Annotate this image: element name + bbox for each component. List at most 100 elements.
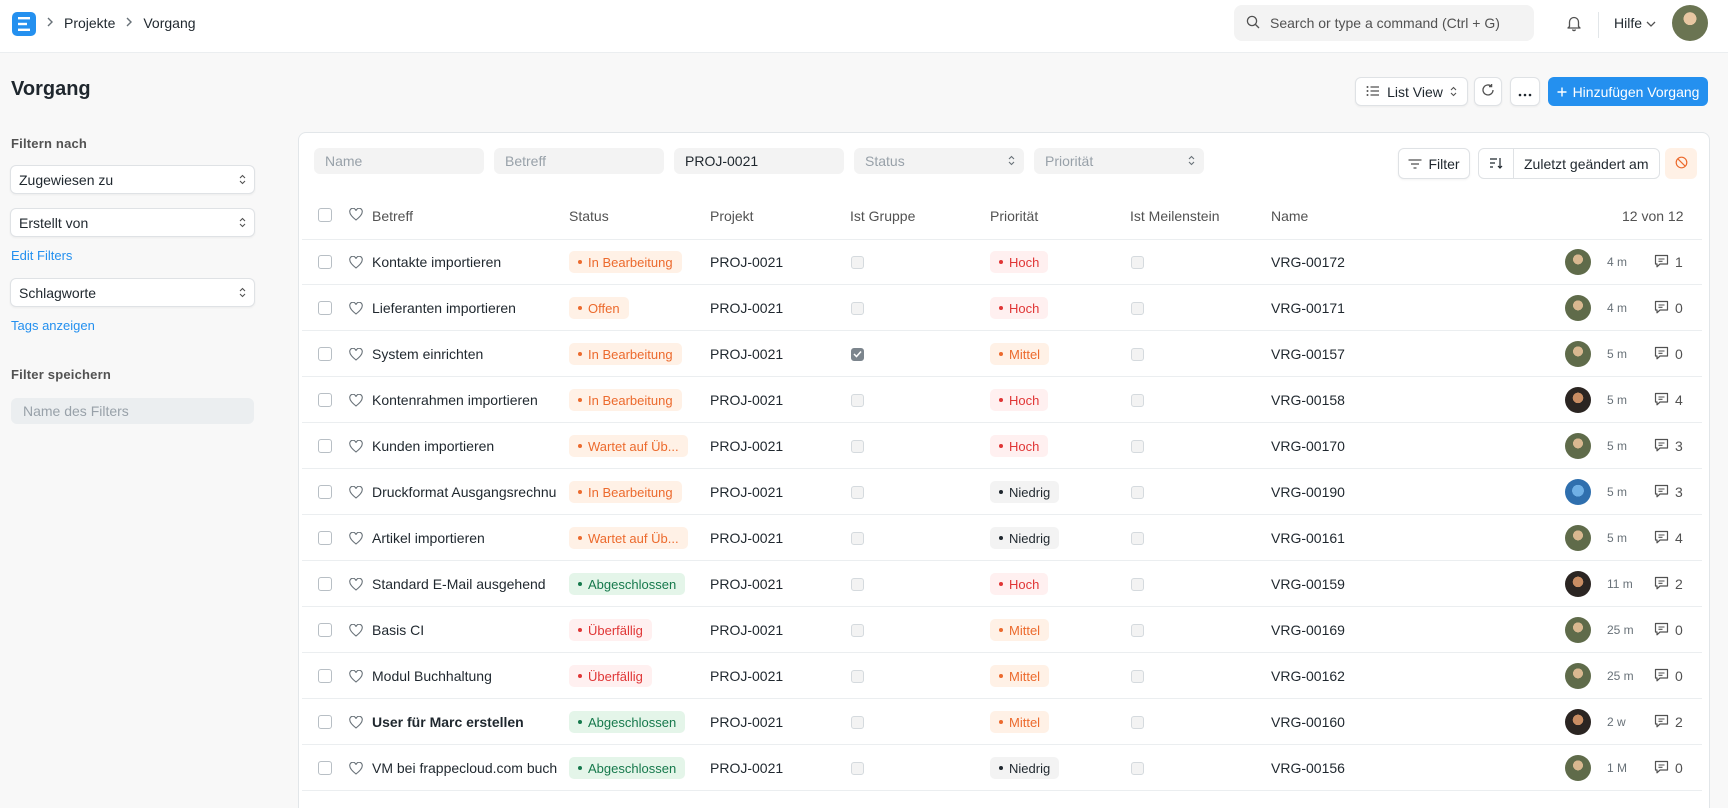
row-checkbox[interactable] xyxy=(318,515,332,561)
table-row[interactable]: Kontakte importieren In Bearbeitung PROJ-0… xyxy=(302,239,1702,285)
table-row[interactable]: Modul Buchhaltung Überfällig PROJ-0021 Mitt… xyxy=(302,653,1702,699)
column-header-is-group[interactable]: Ist Gruppe xyxy=(850,208,915,224)
status-filter-select[interactable]: Status xyxy=(854,148,1024,174)
row-assignee[interactable] xyxy=(1565,239,1591,285)
table-row[interactable]: Kunden importieren Wartet auf Üb... PROJ-0… xyxy=(302,423,1702,469)
row-checkbox[interactable] xyxy=(318,607,332,653)
column-header-subject[interactable]: Betreff xyxy=(372,208,413,224)
row-comments[interactable]: 1 xyxy=(1654,239,1683,285)
row-assignee[interactable] xyxy=(1565,285,1591,331)
row-assignee[interactable] xyxy=(1565,377,1591,423)
row-comments[interactable]: 0 xyxy=(1654,285,1683,331)
row-comments[interactable]: 2 xyxy=(1654,699,1683,745)
row-assignee[interactable] xyxy=(1565,653,1591,699)
heart-icon[interactable] xyxy=(349,377,363,423)
table-row[interactable]: Kontenrahmen importieren In Bearbeitung PR… xyxy=(302,377,1702,423)
table-row[interactable]: System einrichten In Bearbeitung PROJ-0021… xyxy=(302,331,1702,377)
refresh-button[interactable] xyxy=(1474,77,1502,106)
row-subject[interactable]: Basis CI xyxy=(372,607,557,653)
heart-icon[interactable] xyxy=(349,469,363,515)
list-view-button[interactable]: List View xyxy=(1355,77,1468,106)
heart-icon[interactable] xyxy=(349,423,363,469)
row-checkbox[interactable] xyxy=(318,285,332,331)
table-row[interactable]: Artikel importieren Wartet auf Üb... PROJ-… xyxy=(302,515,1702,561)
row-subject[interactable]: Druckformat Ausgangsrechnu xyxy=(372,469,557,515)
heart-icon[interactable] xyxy=(349,653,363,699)
row-subject[interactable]: Kontakte importieren xyxy=(372,239,557,285)
assigned-to-select[interactable]: Zugewiesen zu xyxy=(10,165,255,194)
row-comments[interactable]: 2 xyxy=(1654,561,1683,607)
row-assignee[interactable] xyxy=(1565,423,1591,469)
row-assignee[interactable] xyxy=(1565,745,1591,791)
row-checkbox[interactable] xyxy=(318,653,332,699)
row-comments[interactable]: 0 xyxy=(1654,745,1683,791)
sort-order-button[interactable] xyxy=(1479,149,1514,178)
column-header-project[interactable]: Projekt xyxy=(710,208,754,224)
help-dropdown[interactable]: Hilfe xyxy=(1614,15,1656,31)
breadcrumb-projekte[interactable]: Projekte xyxy=(64,15,115,31)
table-row[interactable]: Druckformat Ausgangsrechnu In Bearbeitung… xyxy=(302,469,1702,515)
row-assignee[interactable] xyxy=(1565,607,1591,653)
column-header-name[interactable]: Name xyxy=(1271,208,1308,224)
row-comments[interactable]: 3 xyxy=(1654,423,1683,469)
show-tags-link[interactable]: Tags anzeigen xyxy=(11,318,95,333)
priority-filter-select[interactable]: Priorität xyxy=(1034,148,1204,174)
remove-sort-button[interactable] xyxy=(1665,148,1697,179)
add-vorgang-button[interactable]: Hinzufügen Vorgang xyxy=(1548,77,1708,106)
row-comments[interactable]: 4 xyxy=(1654,515,1683,561)
select-all-checkbox[interactable] xyxy=(318,208,332,222)
row-checkbox[interactable] xyxy=(318,469,332,515)
table-row[interactable]: Lieferanten importieren Offen PROJ-0021 Hoc… xyxy=(302,285,1702,331)
more-menu-button[interactable] xyxy=(1510,77,1540,106)
table-row[interactable]: User für Marc erstellen Abgeschlossen PROJ… xyxy=(302,699,1702,745)
row-comments[interactable]: 0 xyxy=(1654,653,1683,699)
user-avatar[interactable] xyxy=(1672,5,1708,41)
row-checkbox[interactable] xyxy=(318,423,332,469)
row-assignee[interactable] xyxy=(1565,561,1591,607)
heart-icon[interactable] xyxy=(349,285,363,331)
heart-icon[interactable] xyxy=(349,561,363,607)
name-filter-input[interactable] xyxy=(314,148,484,174)
heart-icon[interactable] xyxy=(349,699,363,745)
row-assignee[interactable] xyxy=(1565,515,1591,561)
row-subject[interactable]: VM bei frappecloud.com buch xyxy=(372,745,557,791)
row-comments[interactable]: 0 xyxy=(1654,331,1683,377)
tags-select[interactable]: Schlagworte xyxy=(10,278,255,307)
row-comments[interactable]: 4 xyxy=(1654,377,1683,423)
filter-name-input[interactable] xyxy=(11,398,254,424)
edit-filters-link[interactable]: Edit Filters xyxy=(11,248,72,263)
heart-icon[interactable] xyxy=(349,607,363,653)
app-logo-icon[interactable] xyxy=(12,12,36,36)
row-checkbox[interactable] xyxy=(318,699,332,745)
row-checkbox[interactable] xyxy=(318,331,332,377)
row-assignee[interactable] xyxy=(1565,331,1591,377)
row-checkbox[interactable] xyxy=(318,239,332,285)
row-subject[interactable]: User für Marc erstellen xyxy=(372,699,557,745)
table-row[interactable]: Standard E-Mail ausgehend Abgeschlossen PR… xyxy=(302,561,1702,607)
breadcrumb-vorgang[interactable]: Vorgang xyxy=(143,15,195,31)
heart-icon[interactable] xyxy=(349,331,363,377)
row-subject[interactable]: Kontenrahmen importieren xyxy=(372,377,557,423)
row-assignee[interactable] xyxy=(1565,699,1591,745)
row-subject[interactable]: Artikel importieren xyxy=(372,515,557,561)
table-row[interactable]: VM bei frappecloud.com buch Abgeschlossen… xyxy=(302,745,1702,791)
row-subject[interactable]: Standard E-Mail ausgehend xyxy=(372,561,557,607)
filter-button[interactable]: Filter xyxy=(1398,148,1470,179)
row-subject[interactable]: Kunden importieren xyxy=(372,423,557,469)
row-checkbox[interactable] xyxy=(318,745,332,791)
heart-icon[interactable] xyxy=(349,207,363,224)
awesome-bar[interactable] xyxy=(1234,5,1534,41)
row-subject[interactable]: Lieferanten importieren xyxy=(372,285,557,331)
subject-filter-input[interactable] xyxy=(494,148,664,174)
row-assignee[interactable] xyxy=(1565,469,1591,515)
sort-field-button[interactable]: Zuletzt geändert am xyxy=(1514,149,1659,178)
column-header-status[interactable]: Status xyxy=(569,208,609,224)
row-subject[interactable]: System einrichten xyxy=(372,331,557,377)
project-filter-input[interactable] xyxy=(674,148,844,174)
row-checkbox[interactable] xyxy=(318,561,332,607)
row-comments[interactable]: 0 xyxy=(1654,607,1683,653)
row-subject[interactable]: Modul Buchhaltung xyxy=(372,653,557,699)
bell-icon[interactable] xyxy=(1565,14,1583,35)
row-comments[interactable]: 3 xyxy=(1654,469,1683,515)
row-checkbox[interactable] xyxy=(318,377,332,423)
